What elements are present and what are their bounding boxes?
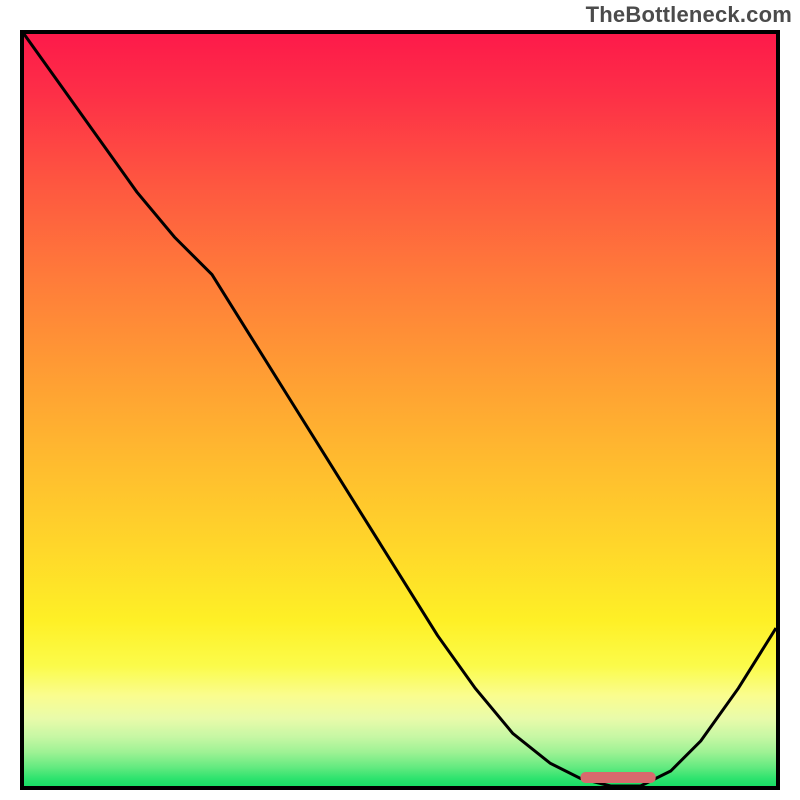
plot-area: [20, 30, 780, 790]
bottleneck-curve-line: [24, 34, 776, 786]
chart-overlay-svg: [24, 34, 776, 786]
optimal-range-marker: [581, 772, 656, 783]
chart-canvas: TheBottleneck.com: [0, 0, 800, 800]
watermark-text: TheBottleneck.com: [586, 2, 792, 28]
